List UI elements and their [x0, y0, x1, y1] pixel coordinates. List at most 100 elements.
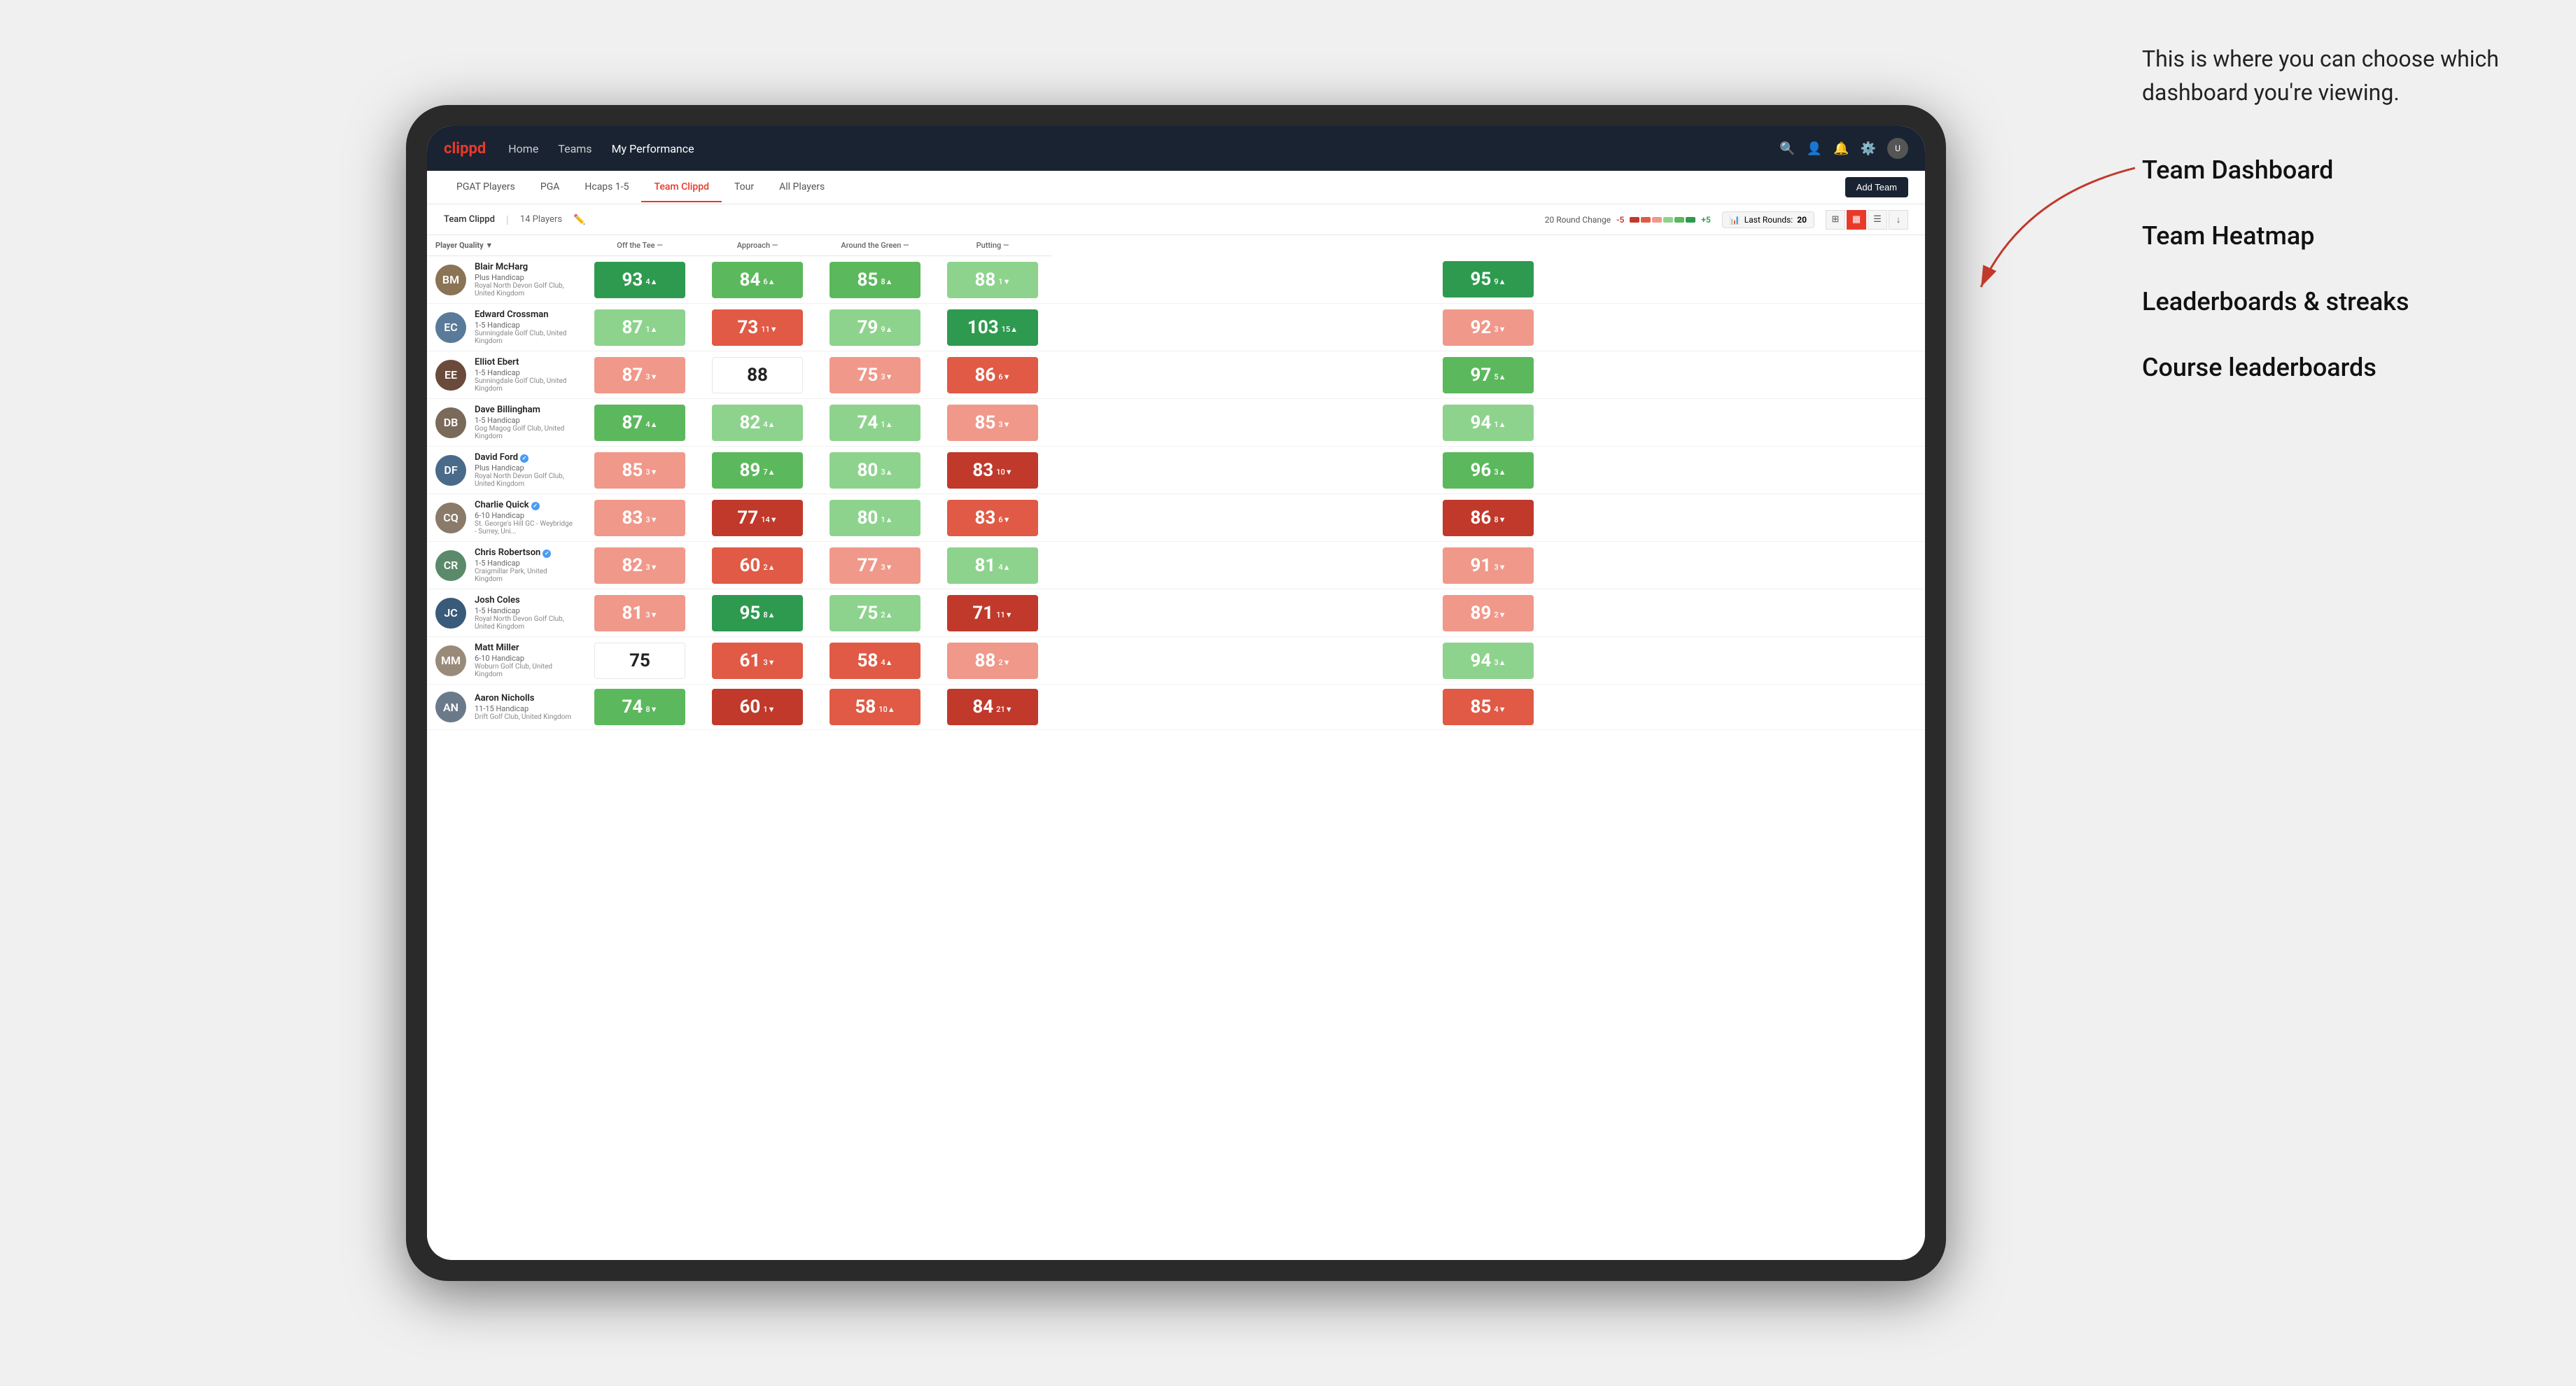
player-handicap: 1-5 Handicap: [475, 321, 573, 330]
score-change: 2▲: [763, 563, 775, 572]
table-row[interactable]: BMBlair McHargPlus HandicapRoyal North D…: [427, 256, 1925, 304]
table-row[interactable]: JCJosh Coles1-5 HandicapRoyal North Devo…: [427, 589, 1925, 637]
player-cell[interactable]: CRChris Robertson✓1-5 HandicapCraigmilla…: [427, 542, 581, 589]
user-icon[interactable]: 👤: [1807, 141, 1822, 156]
table-row[interactable]: DBDave Billingham1-5 HandicapGog Magog G…: [427, 399, 1925, 447]
tab-pga[interactable]: PGA: [528, 173, 573, 202]
player-cell[interactable]: BMBlair McHargPlus HandicapRoyal North D…: [427, 256, 581, 303]
score-change: 8▼: [1494, 515, 1506, 524]
player-club: Craigmillar Park, United Kingdom: [475, 568, 573, 583]
tab-hcaps[interactable]: Hcaps 1-5: [572, 173, 641, 202]
player-cell[interactable]: DBDave Billingham1-5 HandicapGog Magog G…: [427, 399, 581, 446]
view-grid-icon[interactable]: ⊞: [1826, 210, 1845, 230]
player-cell[interactable]: DFDavid Ford✓Plus HandicapRoyal North De…: [427, 447, 581, 493]
tab-pgat[interactable]: PGAT Players: [444, 173, 528, 202]
player-name[interactable]: Charlie Quick✓: [475, 500, 573, 510]
score-change: 4▲: [881, 658, 892, 667]
nav-my-performance[interactable]: My Performance: [612, 142, 694, 155]
score-value: 81: [622, 603, 643, 624]
last-rounds-label: Last Rounds:: [1744, 215, 1793, 225]
search-icon[interactable]: 🔍: [1779, 141, 1795, 156]
score-change: 3▼: [645, 610, 657, 620]
player-avatar: DB: [435, 407, 466, 438]
player-club: Royal North Devon Golf Club, United King…: [475, 472, 573, 488]
player-avatar: DF: [435, 455, 466, 486]
table-row[interactable]: DFDavid Ford✓Plus HandicapRoyal North De…: [427, 447, 1925, 494]
brand-logo[interactable]: clippd: [444, 140, 486, 158]
player-club: Drift Golf Club, United Kingdom: [475, 713, 571, 721]
table-row[interactable]: ECEdward Crossman1-5 HandicapSunningdale…: [427, 304, 1925, 351]
player-name[interactable]: Matt Miller: [475, 643, 573, 653]
player-name[interactable]: Aaron Nicholls: [475, 693, 571, 704]
player-cell[interactable]: ANAaron Nicholls11-15 HandicapDrift Golf…: [427, 686, 581, 728]
score-value: 60: [740, 696, 761, 718]
score-cell-player-quality: 853▼: [581, 447, 699, 494]
edit-icon[interactable]: ✏️: [573, 214, 585, 225]
score-change: 1▲: [881, 515, 892, 524]
player-handicap: 1-5 Handicap: [475, 368, 573, 377]
add-team-button[interactable]: Add Team: [1845, 177, 1908, 197]
player-name[interactable]: Chris Robertson✓: [475, 547, 573, 558]
header-approach[interactable]: Approach —: [699, 235, 816, 256]
score-change: 1▲: [1494, 420, 1506, 429]
player-club: Sunningdale Golf Club, United Kingdom: [475, 377, 573, 393]
avatar[interactable]: U: [1887, 138, 1908, 159]
view-heatmap-icon[interactable]: ▦: [1847, 210, 1866, 230]
score-box: 748▼: [594, 689, 685, 725]
table-row[interactable]: CRChris Robertson✓1-5 HandicapCraigmilla…: [427, 542, 1925, 589]
player-cell[interactable]: CQCharlie Quick✓6-10 HandicapSt. George'…: [427, 494, 581, 541]
tab-all-players[interactable]: All Players: [766, 173, 837, 202]
table-row[interactable]: ANAaron Nicholls11-15 HandicapDrift Golf…: [427, 685, 1925, 730]
header-off-tee[interactable]: Off the Tee —: [581, 235, 699, 256]
player-cell[interactable]: MMMatt Miller6-10 HandicapWoburn Golf Cl…: [427, 637, 581, 684]
player-cell[interactable]: ECEdward Crossman1-5 HandicapSunningdale…: [427, 304, 581, 351]
score-box: 75: [594, 643, 685, 679]
player-count: 14 Players: [520, 214, 562, 225]
score-box: 824▲: [712, 405, 803, 441]
score-value: 81: [975, 555, 996, 576]
score-box: 823▼: [594, 547, 685, 584]
player-handicap: 6-10 Handicap: [475, 511, 573, 520]
player-club: Woburn Golf Club, United Kingdom: [475, 663, 573, 678]
table-row[interactable]: CQCharlie Quick✓6-10 HandicapSt. George'…: [427, 494, 1925, 542]
player-avatar: AN: [435, 692, 466, 722]
table-row[interactable]: EEElliot Ebert1-5 HandicapSunningdale Go…: [427, 351, 1925, 399]
annotation-area: This is where you can choose which dashb…: [2142, 42, 2562, 414]
score-value: 85: [622, 460, 643, 481]
score-cell-putting: 975▲: [1051, 351, 1925, 399]
bell-icon[interactable]: 🔔: [1833, 141, 1849, 156]
score-change: 4▲: [998, 563, 1010, 572]
last-rounds-button[interactable]: 📊 Last Rounds: 20: [1722, 211, 1814, 228]
score-change: 10▲: [878, 705, 895, 714]
score-box: 613▼: [712, 643, 803, 679]
last-rounds-value: 20: [1797, 215, 1807, 225]
table-row[interactable]: MMMatt Miller6-10 HandicapWoburn Golf Cl…: [427, 637, 1925, 685]
score-cell-around-green: 881▼: [934, 256, 1051, 304]
nav-home[interactable]: Home: [508, 142, 538, 155]
score-box: 963▲: [1443, 452, 1534, 489]
score-value: 94: [1471, 650, 1492, 671]
player-cell[interactable]: EEElliot Ebert1-5 HandicapSunningdale Go…: [427, 351, 581, 398]
player-name[interactable]: Blair McHarg: [475, 262, 573, 272]
header-player-quality[interactable]: Player Quality ▼: [427, 235, 581, 256]
header-putting[interactable]: Putting —: [934, 235, 1051, 256]
header-around-green[interactable]: Around the Green —: [816, 235, 934, 256]
players-table: Player Quality ▼ Off the Tee — Approach …: [427, 235, 1925, 730]
player-name[interactable]: David Ford✓: [475, 452, 573, 463]
player-cell[interactable]: JCJosh Coles1-5 HandicapRoyal North Devo…: [427, 589, 581, 636]
tab-tour[interactable]: Tour: [722, 173, 766, 202]
score-cell-off-tee: 824▲: [699, 399, 816, 447]
player-name[interactable]: Edward Crossman: [475, 309, 573, 320]
score-cell-player-quality: 934▲: [581, 256, 699, 304]
player-name[interactable]: Elliot Ebert: [475, 357, 573, 368]
player-name[interactable]: Dave Billingham: [475, 405, 573, 415]
score-cell-off-tee: 846▲: [699, 256, 816, 304]
tab-team-clippd[interactable]: Team Clippd: [641, 173, 722, 202]
player-name[interactable]: Josh Coles: [475, 595, 573, 606]
view-export-icon[interactable]: ↓: [1889, 210, 1908, 230]
view-list-icon[interactable]: ☰: [1868, 210, 1887, 230]
nav-teams[interactable]: Teams: [558, 142, 592, 155]
annotation-menu: Team Dashboard Team Heatmap Leaderboards…: [2142, 151, 2562, 386]
score-value: 91: [1471, 555, 1492, 576]
settings-icon[interactable]: ⚙️: [1861, 141, 1876, 156]
